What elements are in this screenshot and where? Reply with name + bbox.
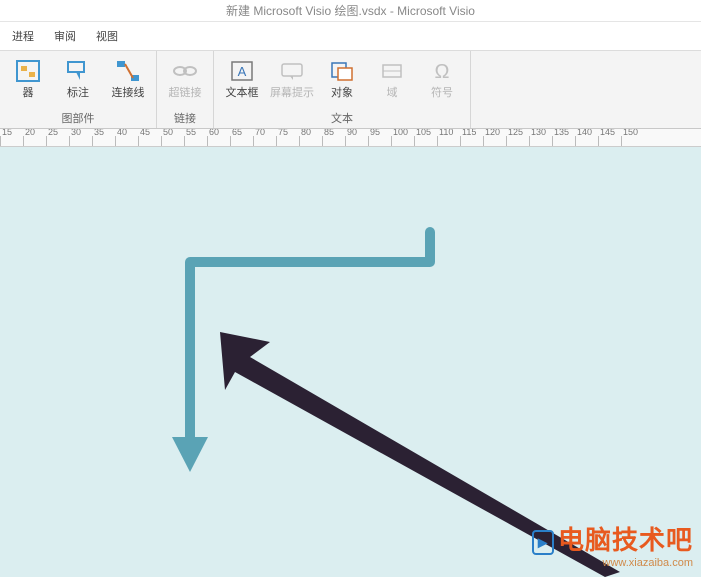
ruler-tick: 135 [552, 136, 575, 146]
ruler-tick: 105 [414, 136, 437, 146]
connector-button[interactable]: 连接线 [106, 55, 150, 108]
svg-text:A: A [238, 64, 247, 79]
callout-label: 标注 [67, 87, 89, 99]
tab-view[interactable]: 视图 [92, 26, 122, 46]
ruler-tick: 130 [529, 136, 552, 146]
symbol-label: 符号 [431, 87, 453, 99]
group-text: A 文本框 屏幕提示 对象 域 [214, 51, 471, 128]
callout-button[interactable]: 标注 [56, 55, 100, 108]
ruler-tick: 70 [253, 136, 276, 146]
ruler-tick: 120 [483, 136, 506, 146]
group-diagram-parts: 器 标注 连接线 图部件 [0, 51, 157, 128]
ruler-tick: 95 [368, 136, 391, 146]
ruler-tick: 30 [69, 136, 92, 146]
svg-text:Ω: Ω [435, 61, 450, 82]
tab-process[interactable]: 进程 [8, 26, 38, 46]
connector-icon [114, 57, 142, 85]
field-icon [378, 57, 406, 85]
container-label: 器 [23, 87, 34, 99]
group-links: 超链接 链接 [157, 51, 214, 128]
ruler-tick: 80 [299, 136, 322, 146]
textbox-icon: A [228, 57, 256, 85]
ruler-tick: 125 [506, 136, 529, 146]
ribbon: 器 标注 连接线 图部件 超链接 [0, 51, 701, 129]
ruler-tick: 75 [276, 136, 299, 146]
group-text-label: 文本 [331, 110, 353, 126]
watermark: ▸电脑技术吧 www.xiazaiba.com [532, 520, 693, 569]
group-parts-label: 图部件 [62, 110, 95, 126]
object-label: 对象 [331, 87, 353, 99]
ribbon-tabs: 进程 审阅 视图 [0, 22, 701, 51]
watermark-logo-icon: ▸ [532, 530, 554, 555]
group-links-label: 链接 [174, 110, 196, 126]
ruler-tick: 90 [345, 136, 368, 146]
horizontal-ruler: 1520253035404550556065707580859095100105… [0, 129, 701, 147]
ruler-tick: 110 [437, 136, 460, 146]
ruler-tick: 60 [207, 136, 230, 146]
symbol-button: Ω 符号 [420, 55, 464, 108]
container-icon [14, 57, 42, 85]
ruler-tick: 40 [115, 136, 138, 146]
symbol-icon: Ω [428, 57, 456, 85]
textbox-button[interactable]: A 文本框 [220, 55, 264, 108]
watermark-url: www.xiazaiba.com [532, 557, 693, 569]
drawing-canvas[interactable]: ▸电脑技术吧 www.xiazaiba.com [0, 147, 701, 577]
title-bar: 新建 Microsoft Visio 绘图.vsdx - Microsoft V… [0, 0, 701, 22]
container-button[interactable]: 器 [6, 55, 50, 108]
ruler-tick: 140 [575, 136, 598, 146]
watermark-brand: ▸电脑技术吧 [532, 520, 693, 557]
screentip-button: 屏幕提示 [270, 55, 314, 108]
connector-label: 连接线 [112, 87, 145, 99]
callout-icon [64, 57, 92, 85]
object-button[interactable]: 对象 [320, 55, 364, 108]
ruler-tick: 45 [138, 136, 161, 146]
hyperlink-icon [171, 57, 199, 85]
tab-review[interactable]: 审阅 [50, 26, 80, 46]
object-icon [328, 57, 356, 85]
ruler-tick: 35 [92, 136, 115, 146]
field-label: 域 [387, 87, 398, 99]
ruler-tick: 115 [460, 136, 483, 146]
ruler-tick: 65 [230, 136, 253, 146]
ruler-tick: 25 [46, 136, 69, 146]
ruler-tick: 50 [161, 136, 184, 146]
field-button: 域 [370, 55, 414, 108]
ruler-tick: 100 [391, 136, 414, 146]
ruler-tick: 55 [184, 136, 207, 146]
window-title: 新建 Microsoft Visio 绘图.vsdx - Microsoft V… [226, 4, 475, 18]
textbox-label: 文本框 [226, 87, 259, 99]
hyperlink-label: 超链接 [169, 87, 202, 99]
ruler-tick: 20 [23, 136, 46, 146]
ruler-tick: 85 [322, 136, 345, 146]
screentip-label: 屏幕提示 [270, 87, 314, 99]
hyperlink-button: 超链接 [163, 55, 207, 108]
ruler-tick: 15 [0, 136, 23, 146]
ruler-tick: 150 [621, 136, 644, 146]
screentip-icon [278, 57, 306, 85]
ruler-tick: 145 [598, 136, 621, 146]
